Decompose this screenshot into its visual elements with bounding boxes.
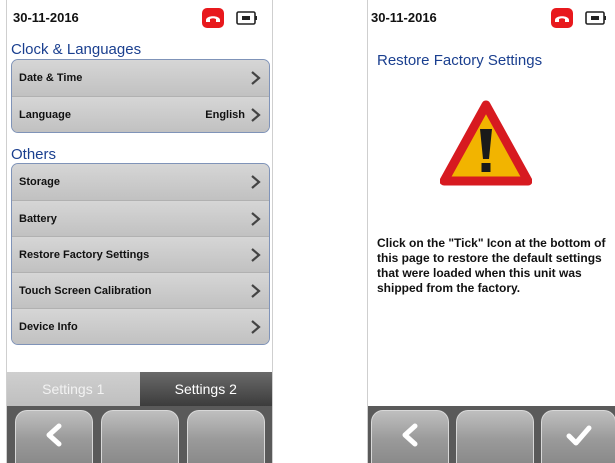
restore-instructions: Click on the "Tick" Icon at the bottom o… xyxy=(377,236,606,295)
soft-key-middle[interactable] xyxy=(456,410,534,463)
section-title-others: Others xyxy=(11,146,57,163)
row-label: Battery xyxy=(19,212,57,225)
soft-key-bar xyxy=(7,406,272,463)
tab-settings-2[interactable]: Settings 2 xyxy=(139,372,272,406)
row-restore-factory-settings[interactable]: Restore Factory Settings xyxy=(12,236,269,272)
row-label: Storage xyxy=(19,176,60,188)
group-clock-languages: Date & Time Language English xyxy=(11,59,270,133)
status-date: 30-11-2016 xyxy=(371,10,437,25)
status-bar: 30-11-2016 xyxy=(368,0,615,34)
back-button[interactable] xyxy=(371,410,449,463)
row-device-info[interactable]: Device Info xyxy=(12,308,269,344)
row-label: Date & Time xyxy=(19,72,83,84)
chevron-right-icon xyxy=(249,283,261,298)
row-label: Touch Screen Calibration xyxy=(19,284,152,297)
phone-hangup-icon[interactable] xyxy=(551,8,573,28)
chevron-right-icon xyxy=(249,71,261,85)
chevron-right-icon xyxy=(249,247,261,262)
row-storage[interactable]: Storage xyxy=(12,164,269,200)
soft-key-right[interactable] xyxy=(187,410,265,463)
chevron-right-icon xyxy=(249,107,261,122)
row-label: Restore Factory Settings xyxy=(19,248,150,261)
section-title-clock-languages: Clock & Languages xyxy=(11,41,142,58)
status-bar: 30-11-2016 xyxy=(7,0,272,34)
warning-triangle-icon xyxy=(439,99,533,192)
soft-key-bar xyxy=(368,406,615,463)
phone-hangup-icon[interactable] xyxy=(202,8,224,28)
confirm-button[interactable] xyxy=(541,410,615,463)
back-arrow-icon xyxy=(43,423,65,452)
soft-key-middle[interactable] xyxy=(101,410,179,463)
chevron-right-icon xyxy=(249,319,261,334)
language-value: English xyxy=(205,108,245,121)
row-touch-screen-calibration[interactable]: Touch Screen Calibration xyxy=(12,272,269,308)
row-language[interactable]: Language English xyxy=(12,96,269,132)
status-date: 30-11-2016 xyxy=(13,10,79,25)
chevron-right-icon xyxy=(249,175,261,189)
row-label: Language xyxy=(19,108,71,121)
tab-bar: Settings 1 Settings 2 xyxy=(7,372,272,406)
back-button[interactable] xyxy=(15,410,93,463)
restore-factory-screen: 30-11-2016 Restore Factory Settings Clic… xyxy=(367,0,615,463)
battery-plug-icon xyxy=(585,9,607,27)
tab-settings-1[interactable]: Settings 1 xyxy=(7,372,140,406)
back-arrow-icon xyxy=(399,423,421,452)
chevron-right-icon xyxy=(249,211,261,226)
settings-screen: 30-11-2016 Clock & Languages Date & Time… xyxy=(6,0,273,463)
group-others: Storage Battery Restore Factory Settings… xyxy=(11,163,270,345)
page-title: Restore Factory Settings xyxy=(377,52,543,69)
row-battery[interactable]: Battery xyxy=(12,200,269,236)
tick-icon xyxy=(566,424,592,451)
row-date-time[interactable]: Date & Time xyxy=(12,60,269,96)
row-label: Device Info xyxy=(19,320,78,333)
battery-plug-icon xyxy=(236,9,258,27)
